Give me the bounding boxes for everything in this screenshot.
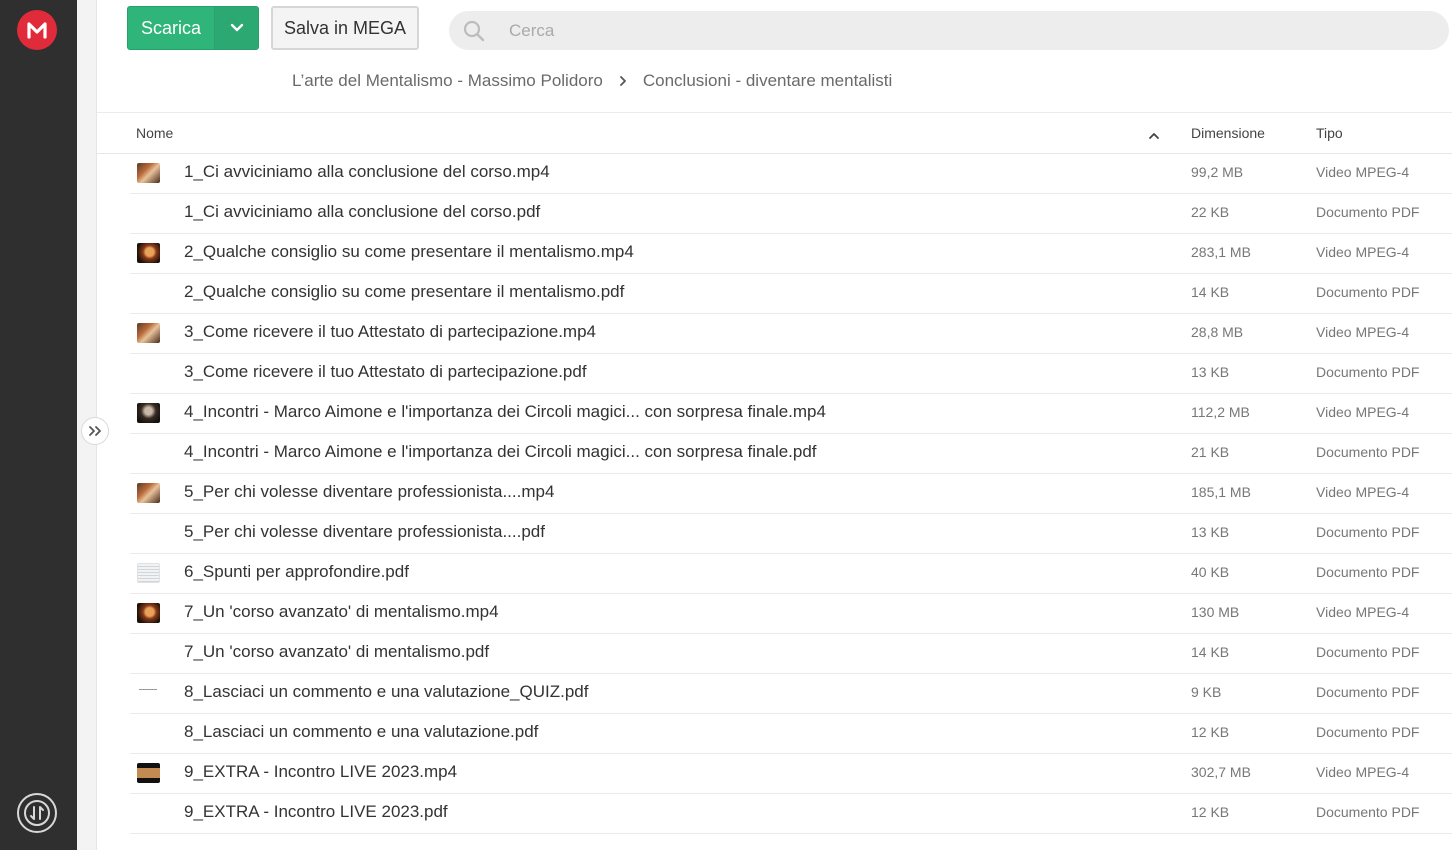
table-body: 1_Ci avviciniamo alla conclusione del co… <box>97 154 1452 834</box>
file-size: 112,2 MB <box>1191 404 1250 420</box>
file-name: 3_Come ricevere il tuo Attestato di part… <box>184 362 587 381</box>
table-row[interactable]: 9_EXTRA - Incontro LIVE 2023.mp4 302,7 MB… <box>130 754 1452 794</box>
search-icon <box>449 19 499 43</box>
table-row[interactable]: 6_Spunti per approfondire.pdf 40 KB Docume… <box>130 554 1452 594</box>
file-type: Documento PDF <box>1316 444 1420 460</box>
video-thumb-1 <box>137 483 160 503</box>
file-name: 3_Come ricevere il tuo Attestato di part… <box>184 322 597 341</box>
table-row[interactable]: 8_Lasciaci un commento e una valutazione… <box>130 674 1452 714</box>
file-name: 8_Lasciaci un commento e una valutazione… <box>184 722 539 741</box>
file-size: 13 KB <box>1191 364 1230 380</box>
mega-logo-icon[interactable] <box>17 10 57 50</box>
file-type: Documento PDF <box>1316 724 1420 740</box>
file-type: Documento PDF <box>1316 364 1420 380</box>
file-size: 13 KB <box>1191 524 1230 540</box>
file-type: Documento PDF <box>1316 804 1420 820</box>
file-size: 130 MB <box>1191 604 1240 620</box>
file-size: 14 KB <box>1191 644 1230 660</box>
file-size: 28,8 MB <box>1191 324 1244 340</box>
file-type: Documento PDF <box>1316 644 1420 660</box>
column-header-type[interactable]: Tipo <box>1316 125 1343 141</box>
file-size: 14 KB <box>1191 284 1230 300</box>
file-name: 9_EXTRA - Incontro LIVE 2023.pdf <box>184 802 448 821</box>
table-row[interactable]: 5_Per chi volesse diventare professionis… <box>130 474 1452 514</box>
file-name: 2_Qualche consiglio su come presentare i… <box>184 282 625 301</box>
file-size: 40 KB <box>1191 564 1230 580</box>
video-thumb-1 <box>137 163 160 183</box>
table-row[interactable]: 9_EXTRA - Incontro LIVE 2023.pdf 12 KB Doc… <box>130 794 1452 834</box>
file-type: Video MPEG-4 <box>1316 244 1410 260</box>
video-thumb-2 <box>137 603 160 623</box>
video-thumb-2 <box>137 243 160 263</box>
file-size: 302,7 MB <box>1191 764 1251 780</box>
file-table: Nome Dimensione Tipo 1_Ci avviciniamo al… <box>97 112 1452 834</box>
download-button-label: Scarica <box>140 17 202 38</box>
file-type: Documento PDF <box>1316 284 1420 300</box>
file-name: 2_Qualche consiglio su come presentare i… <box>184 242 634 261</box>
table-header: Nome Dimensione Tipo <box>97 112 1452 154</box>
table-row[interactable]: 7_Un 'corso avanzato' di mentalismo.mp4 1… <box>130 594 1452 634</box>
file-size: 9 KB <box>1191 684 1222 700</box>
file-size: 21 KB <box>1191 444 1230 460</box>
file-name: 1_Ci avviciniamo alla conclusione del co… <box>184 162 550 181</box>
file-type: Documento PDF <box>1316 684 1420 700</box>
table-row[interactable]: 4_Incontri - Marco Aimone e l'importanza… <box>130 394 1452 434</box>
file-name: 4_Incontri - Marco Aimone e l'importanza… <box>184 402 826 421</box>
file-type: Documento PDF <box>1316 564 1420 580</box>
file-name: 5_Per chi volesse diventare professionis… <box>184 482 555 501</box>
search-input[interactable] <box>509 20 1409 41</box>
file-type: Documento PDF <box>1316 524 1420 540</box>
save-to-mega-button[interactable]: Salva in MEGA <box>271 6 419 50</box>
file-size: 12 KB <box>1191 804 1230 820</box>
file-name: 1_Ci avviciniamo alla conclusione del co… <box>184 202 541 221</box>
left-rail <box>0 0 77 850</box>
column-header-name[interactable]: Nome <box>136 125 173 141</box>
file-name: 7_Un 'corso avanzato' di mentalismo.pdf <box>184 642 490 661</box>
file-name: 8_Lasciaci un commento e una valutazione… <box>184 682 589 701</box>
file-name: 6_Spunti per approfondire.pdf <box>184 562 409 581</box>
search-bar[interactable] <box>449 11 1449 50</box>
download-button[interactable]: Scarica <box>127 6 259 50</box>
column-header-size[interactable]: Dimensione <box>1191 125 1265 141</box>
line-thumb <box>137 683 160 703</box>
chevron-down-icon[interactable] <box>214 7 258 49</box>
video-thumb-4 <box>137 763 160 783</box>
file-size: 22 KB <box>1191 204 1230 220</box>
table-row[interactable]: 2_Qualche consiglio su come presentare i… <box>130 234 1452 274</box>
doc-thumb <box>137 563 160 583</box>
table-row[interactable]: 5_Per chi volesse diventare professionis… <box>130 514 1452 554</box>
breadcrumb-item-parent[interactable]: L’arte del Mentalismo - Massimo Polidoro <box>292 71 603 91</box>
file-name: 5_Per chi volesse diventare professionis… <box>184 522 545 541</box>
video-thumb-3 <box>137 403 160 423</box>
file-type: Video MPEG-4 <box>1316 404 1410 420</box>
transfer-icon[interactable] <box>17 793 57 833</box>
file-type: Video MPEG-4 <box>1316 164 1410 180</box>
file-type: Video MPEG-4 <box>1316 484 1410 500</box>
breadcrumb-item-current[interactable]: Conclusioni - diventare mentalisti <box>643 71 892 91</box>
video-thumb-1 <box>137 323 160 343</box>
table-row[interactable]: 1_Ci avviciniamo alla conclusione del co… <box>130 154 1452 194</box>
app: Scarica Salva in MEGA L’arte del Mentali… <box>0 0 1452 850</box>
file-type: Video MPEG-4 <box>1316 764 1410 780</box>
table-row[interactable]: 7_Un 'corso avanzato' di mentalismo.pdf 1… <box>130 634 1452 674</box>
file-name: 7_Un 'corso avanzato' di mentalismo.mp4 <box>184 602 499 621</box>
table-row[interactable]: 3_Come ricevere il tuo Attestato di part… <box>130 314 1452 354</box>
table-row[interactable]: 8_Lasciaci un commento e una valutazione… <box>130 714 1452 754</box>
file-size: 185,1 MB <box>1191 484 1251 500</box>
file-size: 99,2 MB <box>1191 164 1244 180</box>
file-size: 12 KB <box>1191 724 1230 740</box>
chevron-right-icon <box>619 75 627 87</box>
table-row[interactable]: 3_Come ricevere il tuo Attestato di part… <box>130 354 1452 394</box>
table-row[interactable]: 1_Ci avviciniamo alla conclusione del co… <box>130 194 1452 234</box>
file-type: Video MPEG-4 <box>1316 604 1410 620</box>
file-size: 283,1 MB <box>1191 244 1251 260</box>
table-row[interactable]: 2_Qualche consiglio su come presentare i… <box>130 274 1452 314</box>
table-row[interactable]: 4_Incontri - Marco Aimone e l'importanza… <box>130 434 1452 474</box>
file-name: 9_EXTRA - Incontro LIVE 2023.mp4 <box>184 762 458 781</box>
breadcrumb: L’arte del Mentalismo - Massimo Polidoro… <box>292 69 892 93</box>
file-type: Documento PDF <box>1316 204 1420 220</box>
chevron-up-icon[interactable] <box>1148 128 1160 144</box>
file-type: Video MPEG-4 <box>1316 324 1410 340</box>
file-name: 4_Incontri - Marco Aimone e l'importanza… <box>184 442 817 461</box>
